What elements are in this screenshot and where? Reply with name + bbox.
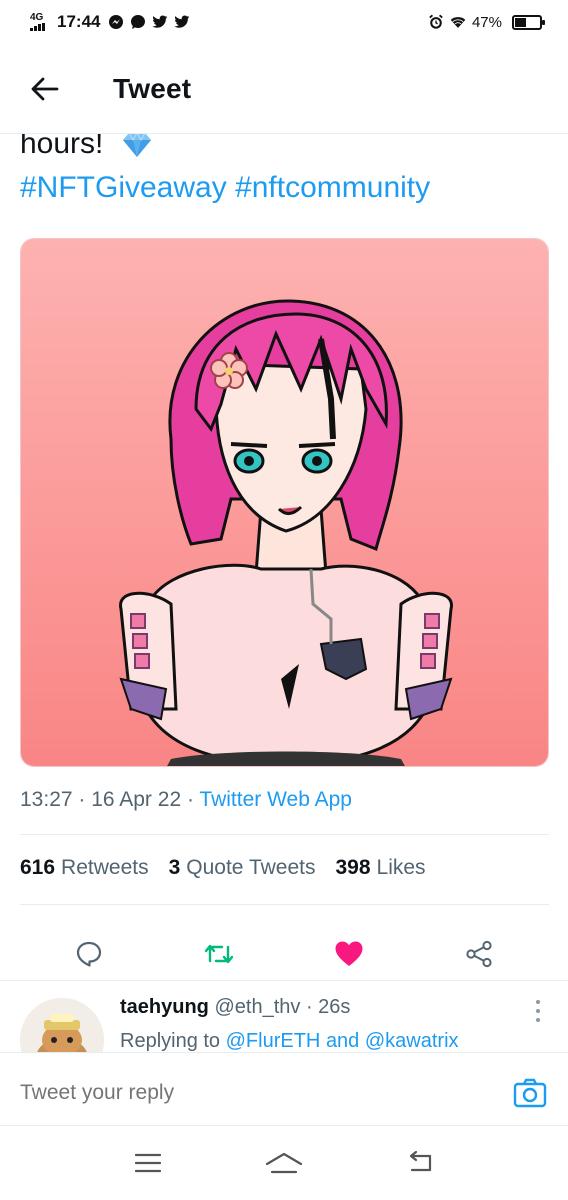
more-options-icon[interactable] [534,1000,542,1022]
twitter-icon [174,14,190,30]
likes-label: Likes [376,856,426,879]
replying-and: and [325,1030,360,1052]
status-bar: 4G 17:44 47% [0,0,568,44]
page-title: Tweet [113,72,192,104]
battery-percent: 47% [471,13,502,31]
tweet-text: hours! #NFTGiveaway #nftcommunity [20,134,550,210]
quotes-count: 3 [168,856,181,879]
reply-input[interactable] [20,1081,460,1105]
tweet-stats: 616 Retweets 3 Quote Tweets 398 Likes [20,856,426,880]
signal-icon [30,23,45,31]
reply-time: · 26s [305,996,351,1018]
hashtag-link[interactable]: #NFTGiveaway [20,171,227,204]
reply-author-handle[interactable]: @eth_thv [214,996,300,1018]
reply-author-name[interactable]: taehyung [120,996,209,1018]
tweet-meta: 13:27 · 16 Apr 22 · Twitter Web App [20,788,352,812]
back-button[interactable] [15,59,75,119]
network-indicator: 4G [30,13,45,31]
messenger-icon [108,14,124,30]
tweet-media-image[interactable] [20,238,549,767]
twitter-icon [152,14,168,30]
chat-icon [130,14,146,30]
divider [20,904,549,905]
tweet-detail: hours! #NFTGiveaway #nftcommunity 13:27 … [0,134,568,984]
system-nav-bar [0,1126,568,1200]
status-right: 47% [428,13,545,31]
avatar[interactable] [20,998,104,1052]
camera-icon [513,1078,547,1108]
top-app-bar: Tweet [0,44,568,134]
clock: 17:44 [57,12,101,31]
back-icon [409,1151,432,1172]
retweet-button[interactable] [197,932,241,976]
retweets-count: 616 [20,856,56,879]
alarm-icon [428,14,444,30]
home-button[interactable] [260,1139,308,1187]
replying-to: Replying to @FlurETH and @kawatrix [120,1030,459,1052]
quotes-stat[interactable]: 3 Quote Tweets [169,856,316,880]
source-app-link[interactable]: Twitter Web App [199,788,352,811]
battery-icon [512,14,545,30]
retweet-icon [204,944,234,964]
meta-separator: · [181,788,200,811]
reply-item[interactable]: taehyung @eth_thv · 26s Replying to @Flu… [0,994,568,1052]
reply-composer [0,1052,568,1126]
retweets-stat[interactable]: 616 Retweets [20,856,149,880]
divider [20,834,549,835]
home-icon [265,1152,303,1174]
share-icon [466,940,492,968]
hashtag-link[interactable]: #nftcommunity [235,171,430,204]
reply-header: taehyung @eth_thv · 26s [120,996,350,1019]
reply-button[interactable] [67,932,111,976]
share-button[interactable] [457,932,501,976]
reply-icon [76,941,102,967]
mention-link[interactable]: @FlurETH [226,1030,321,1052]
retweets-label: Retweets [61,856,149,879]
likes-count: 398 [335,856,371,879]
camera-button[interactable] [512,1075,548,1111]
recent-apps-button[interactable] [124,1139,172,1187]
menu-icon [134,1153,162,1173]
replying-prefix: Replying to [120,1030,221,1052]
system-back-button[interactable] [396,1139,444,1187]
likes-stat[interactable]: 398 Likes [335,856,425,880]
quotes-label: Quote Tweets [186,856,316,879]
tweet-text-line: hours! [20,134,104,160]
tweet-timestamp[interactable]: 13:27 · 16 Apr 22 [20,788,181,811]
heart-filled-icon [335,941,363,966]
blue-diamond-emoji [122,134,151,158]
wifi-icon [450,14,466,30]
like-button[interactable] [327,932,371,976]
mention-link[interactable]: @kawatrix [365,1030,459,1052]
tweet-actions [0,924,568,984]
arrow-left-icon [31,77,59,100]
divider [0,980,568,981]
network-type: 4G [30,12,44,23]
status-left: 4G 17:44 [30,12,190,32]
